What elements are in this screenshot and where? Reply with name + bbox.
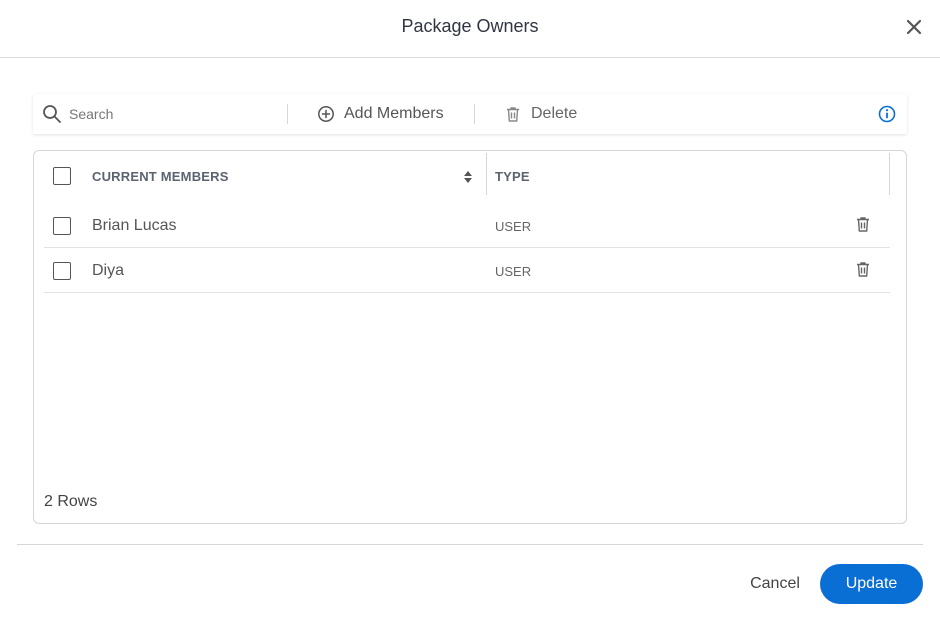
table-row[interactable]: Diya USER (44, 248, 890, 293)
member-type: USER (495, 264, 532, 279)
row-delete-icon[interactable] (854, 260, 872, 278)
table-row[interactable]: Brian Lucas USER (44, 203, 890, 248)
column-header-current-members[interactable]: CURRENT MEMBERS (92, 169, 229, 184)
info-icon[interactable] (878, 105, 896, 123)
delete-label: Delete (531, 105, 578, 122)
dialog-header: Package Owners (0, 0, 940, 58)
column-separator[interactable] (486, 153, 487, 195)
row-count: 2 Rows (44, 493, 98, 510)
dialog-title: Package Owners (401, 16, 539, 36)
add-circle-icon (318, 106, 334, 122)
search-icon (43, 105, 61, 123)
member-name: Brian Lucas (92, 217, 177, 234)
row-delete-icon[interactable] (854, 215, 872, 233)
close-button[interactable] (904, 17, 924, 37)
footer-divider (17, 544, 923, 545)
toolbar: Add Members Delete (33, 94, 907, 134)
cancel-button[interactable]: Cancel (736, 564, 814, 604)
add-members-button[interactable]: Add Members (317, 94, 444, 134)
members-table: CURRENT MEMBERS TYPE Brian Lucas USER Di… (33, 150, 907, 524)
toolbar-separator (287, 104, 288, 124)
row-checkbox[interactable] (53, 217, 71, 235)
close-icon (906, 19, 922, 35)
column-header-type[interactable]: TYPE (495, 169, 530, 184)
update-button[interactable]: Update (820, 564, 923, 604)
toolbar-separator (474, 104, 475, 124)
member-name: Diya (92, 262, 125, 279)
trash-icon (507, 107, 519, 122)
member-type: USER (495, 219, 532, 234)
sort-icon[interactable] (463, 170, 473, 184)
select-all-checkbox[interactable] (53, 167, 71, 185)
search-input[interactable] (69, 102, 309, 126)
add-members-label: Add Members (344, 105, 444, 122)
table-header: CURRENT MEMBERS TYPE (34, 151, 906, 203)
row-checkbox[interactable] (53, 262, 71, 280)
delete-button[interactable]: Delete (504, 94, 577, 134)
column-separator[interactable] (889, 153, 890, 195)
